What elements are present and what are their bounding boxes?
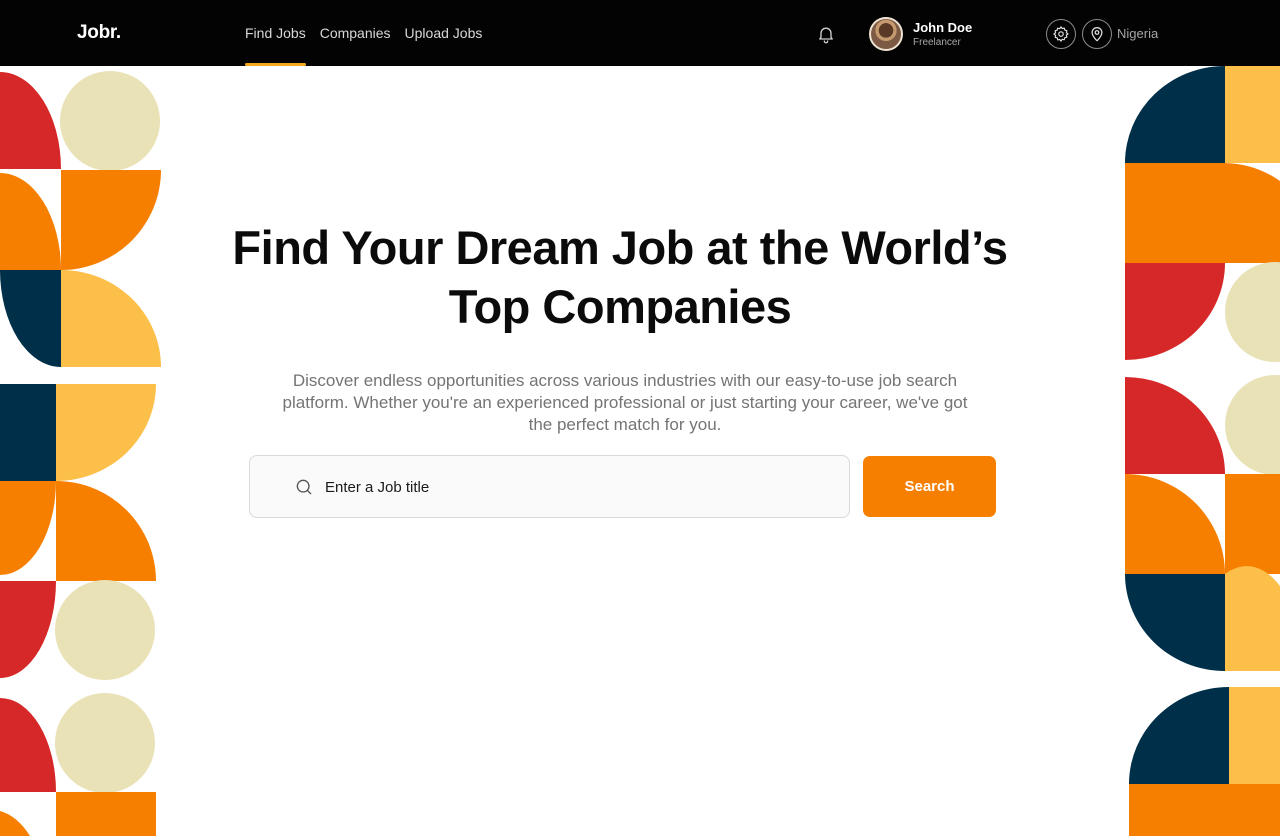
gear-icon [1053, 26, 1069, 42]
search-box[interactable] [249, 455, 850, 518]
bell-icon[interactable] [816, 24, 836, 44]
settings-button[interactable] [1046, 19, 1076, 49]
search-button[interactable]: Search [863, 456, 996, 517]
avatar[interactable] [869, 17, 903, 51]
nav-companies[interactable]: Companies [320, 0, 391, 66]
logo[interactable]: Jobr. [77, 22, 121, 44]
title-line-1: Find Your Dream Job at the World’s [232, 221, 1008, 274]
user-name: John Doe [913, 20, 973, 35]
hero-subtitle: Discover endless opportunities across va… [282, 371, 968, 434]
top-navbar: Jobr. Find Jobs Companies Upload Jobs Jo… [0, 0, 1280, 66]
search-input[interactable] [325, 475, 825, 499]
page-title: Find Your Dream Job at the World’s Top C… [180, 218, 1060, 336]
title-line-2: Top Companies [448, 280, 792, 333]
location-label[interactable]: Nigeria [1117, 26, 1158, 41]
right-decorative-pattern [1124, 66, 1280, 836]
search-icon [296, 479, 312, 495]
location-pin-icon [1091, 27, 1103, 42]
nav-upload-jobs[interactable]: Upload Jobs [405, 0, 483, 66]
user-role: Freelancer [913, 37, 961, 48]
left-decorative-pattern [0, 66, 162, 836]
nav-find-jobs[interactable]: Find Jobs [245, 0, 306, 66]
location-button[interactable] [1082, 19, 1112, 49]
main-nav: Find Jobs Companies Upload Jobs [245, 0, 482, 66]
